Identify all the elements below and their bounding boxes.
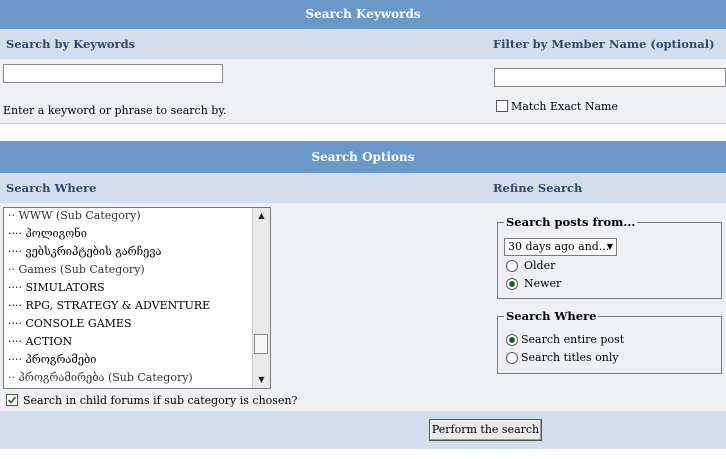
list-item[interactable]: ···· პოლიგონი xyxy=(8,225,87,243)
list-item[interactable]: ·· პროგრამირება (Sub Category) xyxy=(8,369,193,387)
refine-search-label: Refine Search xyxy=(493,181,583,195)
keyword-input[interactable] xyxy=(3,64,223,83)
list-item[interactable]: ···· RPG, STRATEGY & ADVENTURE xyxy=(8,297,210,315)
keywords-subheader: Search by Keywords Filter by Member Name… xyxy=(0,29,726,59)
section-spacer xyxy=(0,123,726,142)
member-name-input[interactable] xyxy=(494,68,726,87)
options-header-title: Search Options xyxy=(311,150,415,164)
newer-label: Newer xyxy=(524,277,562,290)
match-exact-label: Match Exact Name xyxy=(511,100,618,113)
list-item[interactable]: ···· CONSOLE GAMES xyxy=(8,315,132,333)
form-footer xyxy=(0,411,726,449)
list-item[interactable]: ···· ვებსკრიპტების გარჩევა xyxy=(8,243,161,261)
child-forums-label: Search in child forums if sub category i… xyxy=(23,394,298,407)
older-radio[interactable] xyxy=(506,260,518,272)
titles-only-radio[interactable] xyxy=(506,352,518,364)
older-label: Older xyxy=(524,259,556,272)
chevron-down-icon: ▼ xyxy=(606,242,613,251)
list-item[interactable]: ·· WWW (Sub Category) xyxy=(8,208,141,225)
scroll-down-arrow-icon[interactable]: ▼ xyxy=(253,372,270,388)
page-bottom xyxy=(0,449,726,459)
perform-search-button[interactable]: Perform the search xyxy=(429,419,542,441)
search-by-keywords-label: Search by Keywords xyxy=(6,37,136,51)
search-where-label: Search Where xyxy=(6,181,97,195)
options-header: Search Options xyxy=(0,141,726,173)
scroll-up-arrow-icon[interactable]: ▲ xyxy=(253,208,270,224)
options-subheader: Search Where Refine Search xyxy=(0,173,726,203)
search-where-legend: Search Where xyxy=(504,309,599,323)
posts-from-legend: Search posts from... xyxy=(504,215,638,229)
filter-member-label: Filter by Member Name (optional) xyxy=(493,37,715,51)
posts-from-select[interactable]: 30 days ago and... ▼ xyxy=(504,238,617,256)
forum-listbox[interactable]: ·· WWW (Sub Category) ···· პოლიგონი ····… xyxy=(3,207,271,389)
entire-post-label: Search entire post xyxy=(521,333,625,346)
child-forums-checkbox[interactable] xyxy=(6,394,18,406)
listbox-scrollbar[interactable]: ▲ ▼ xyxy=(252,208,270,388)
keywords-header: Search Keywords xyxy=(0,0,726,29)
titles-only-label: Search titles only xyxy=(521,351,619,364)
scrollbar-thumb[interactable] xyxy=(254,334,268,354)
posts-from-select-value: 30 days ago and... xyxy=(508,240,610,253)
list-item[interactable]: ·· Games (Sub Category) xyxy=(8,261,145,279)
keyword-help-text: Enter a keyword or phrase to search by. xyxy=(3,104,227,117)
checkmark-icon xyxy=(7,396,17,404)
entire-post-radio[interactable] xyxy=(506,334,518,346)
match-exact-checkbox[interactable] xyxy=(496,100,508,112)
newer-radio[interactable] xyxy=(506,278,518,290)
list-item[interactable]: ···· პროგრამები xyxy=(8,351,96,369)
keywords-header-title: Search Keywords xyxy=(305,7,421,21)
list-item[interactable]: ···· SIMULATORS xyxy=(8,279,105,297)
list-item[interactable]: ···· ACTION xyxy=(8,333,72,351)
